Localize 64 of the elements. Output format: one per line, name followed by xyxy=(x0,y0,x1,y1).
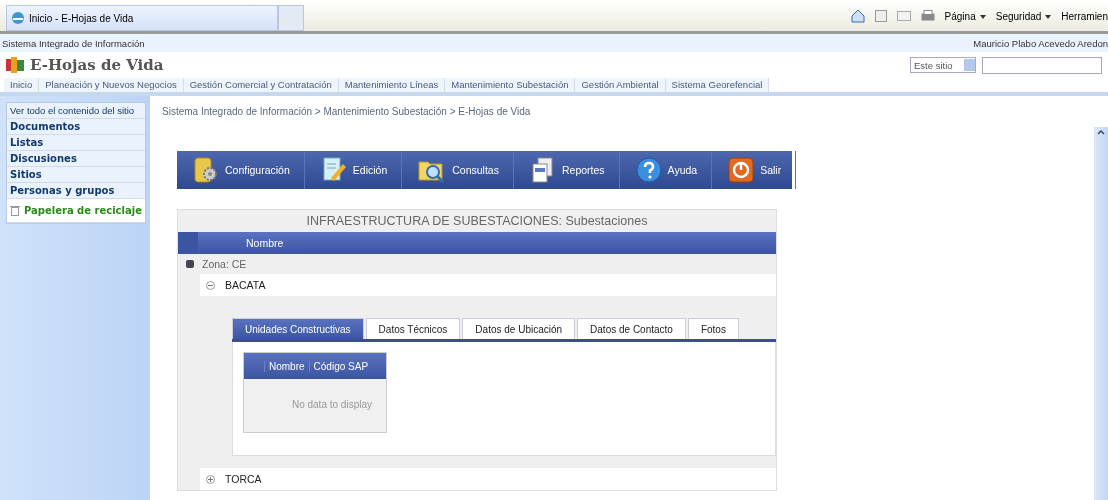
table-header[interactable]: Código SAP xyxy=(308,360,373,372)
toolbar-button[interactable]: Ayuda xyxy=(619,151,713,189)
dropdown-caret-icon xyxy=(979,14,986,19)
documents-icon xyxy=(529,156,556,184)
print-icon[interactable] xyxy=(920,10,935,22)
recycle-bin-link[interactable]: Papelera de reciclaje xyxy=(7,199,145,223)
nav-tab[interactable]: Mantenimiento Subestación xyxy=(445,78,576,92)
breadcrumb[interactable]: Sistema Integrado de Información > Mantenimiento Subestación > E-Hojas de Vida xyxy=(158,102,1108,117)
substation-name: TORCA xyxy=(225,473,262,485)
browser-menu[interactable]: Herramien xyxy=(1061,10,1108,22)
substation-name: BACATA xyxy=(225,279,266,291)
nav-tab[interactable]: Gestión Ambiental xyxy=(575,78,666,92)
tab-title: Inicio - E-Hojas de Vida xyxy=(29,12,134,24)
grid-title: INFRAESTRUCTURA DE SUBESTACIONES: Subestaciones xyxy=(305,213,649,230)
scrollbar[interactable] xyxy=(1094,127,1108,500)
power-icon xyxy=(728,157,755,183)
browser-menu[interactable]: Página xyxy=(944,10,986,22)
empty-message: No data to display xyxy=(290,398,373,412)
toolbar-button[interactable]: Configuración xyxy=(177,151,305,189)
nav-tab[interactable]: Sistema Georefencial xyxy=(665,78,770,92)
collapse-icon[interactable] xyxy=(206,280,215,290)
detail-tab[interactable]: Datos de Contacto xyxy=(577,318,686,339)
toolbar-button[interactable]: Salir xyxy=(712,151,797,189)
home-icon[interactable] xyxy=(850,9,865,23)
toolbar-button[interactable]: Reportes xyxy=(513,151,620,189)
nav-tab[interactable]: Inicio xyxy=(4,78,40,92)
scope-dropdown[interactable]: Este sitio xyxy=(910,57,976,73)
sidebar-link[interactable]: Discusiones xyxy=(7,151,145,167)
feed-icon[interactable] xyxy=(874,10,887,22)
bin-icon xyxy=(10,205,20,216)
sidebar-link[interactable]: Ver todo el contenido del sitio xyxy=(7,103,145,119)
search-field[interactable] xyxy=(982,56,1102,74)
sidebar-link[interactable]: Documentos xyxy=(7,119,145,135)
table-header[interactable]: Nombre xyxy=(264,360,309,372)
nav-tab[interactable]: Planeación y Nuevos Negocios xyxy=(39,78,184,92)
toolbar-button[interactable]: Edición xyxy=(304,151,403,189)
user-name[interactable]: Mauricio Plabo Acevedo Aredon xyxy=(973,37,1108,49)
detail-tab[interactable]: Datos Técnicos xyxy=(365,318,461,339)
detail-tab[interactable]: Datos de Ubicación xyxy=(462,318,576,339)
folder-gear-icon xyxy=(193,156,219,184)
sidebar-link[interactable]: Listas xyxy=(7,135,145,151)
nav-tab[interactable]: Gestión Comercial y Contratación xyxy=(183,78,339,92)
detail-tab[interactable]: Unidades Constructivas xyxy=(232,318,364,339)
mail-icon[interactable] xyxy=(896,10,911,22)
expand-icon[interactable] xyxy=(206,474,215,484)
grid-row[interactable]: BACATA xyxy=(200,274,776,296)
toolbar-button[interactable]: Consultas xyxy=(402,151,514,189)
column-header[interactable]: Nombre xyxy=(178,232,776,254)
browser-menu[interactable]: Seguridad xyxy=(995,10,1052,22)
nav-tab[interactable]: Mantenimiento Líneas xyxy=(338,78,446,92)
sidebar-link[interactable]: Sitios xyxy=(7,167,145,183)
scroll-up-icon[interactable] xyxy=(1097,129,1105,135)
browser-tab[interactable]: Inicio - E-Hojas de Vida xyxy=(6,5,278,31)
site-header-title[interactable]: E-Hojas de Vida xyxy=(30,56,164,74)
document-pencil-icon xyxy=(320,156,347,184)
group-label: Zona: CE xyxy=(202,258,247,270)
recycle-bin-label: Papelera de reciclaje xyxy=(24,205,142,216)
dropdown-caret-icon xyxy=(1045,14,1052,19)
help-icon xyxy=(635,157,662,183)
site-title[interactable]: Sistema Integrado de Información xyxy=(2,37,145,49)
grid-row[interactable]: TORCA xyxy=(200,468,776,490)
group-collapse-icon[interactable] xyxy=(186,260,194,268)
detail-tab[interactable]: Fotos xyxy=(687,318,739,339)
logo-icon xyxy=(6,57,24,73)
